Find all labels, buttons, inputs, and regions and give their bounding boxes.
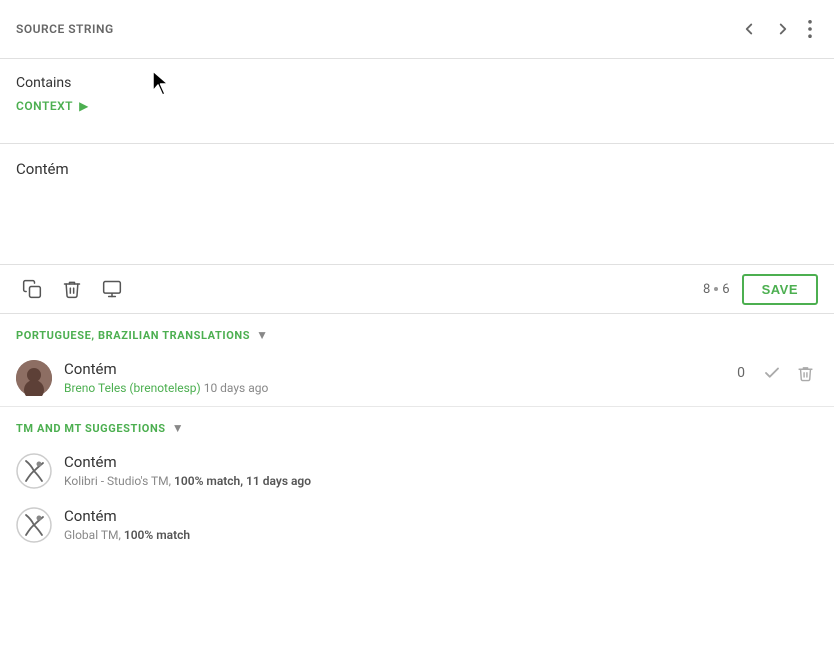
portuguese-section-toggle[interactable]: ▼: [256, 328, 268, 342]
tm-suggestion-text-2: Contém: [64, 507, 818, 525]
count-separator: [714, 287, 718, 291]
copy-source-button[interactable]: [16, 273, 48, 305]
special-chars-button[interactable]: [96, 273, 128, 305]
tm-suggestion-content-1: Contém Kolibri - Studio's TM, 100% match…: [64, 453, 818, 488]
page-header: SOURCE STRING: [0, 0, 834, 59]
suggestion-text: Contém: [64, 360, 719, 378]
suggestion-actions: 0: [731, 360, 818, 386]
kolibri-icon-2: [16, 507, 52, 543]
tm-suggestion-text-1: Contém: [64, 453, 818, 471]
suggestion-content: Contém Breno Teles (brenotelesp) 10 days…: [64, 360, 719, 395]
time-ago: 10 days ago: [204, 381, 269, 395]
avatar: [16, 360, 52, 396]
tm-source-2: Global TM,: [64, 528, 121, 542]
tm-section-toggle[interactable]: ▼: [172, 421, 184, 435]
author-link[interactable]: Breno Teles (brenotelesp): [64, 381, 201, 395]
more-options-button[interactable]: [802, 14, 818, 44]
suggestion-meta: Breno Teles (brenotelesp) 10 days ago: [64, 381, 719, 395]
tm-section-title: TM AND MT SUGGESTIONS: [16, 422, 166, 435]
header-title: SOURCE STRING: [16, 22, 114, 36]
tm-match-2: 100% match: [124, 528, 190, 542]
toolbar-right: 8 6 SAVE: [703, 274, 818, 305]
count-max: 6: [722, 282, 729, 297]
context-expand-icon[interactable]: ▶: [79, 99, 88, 113]
header-actions: [734, 14, 818, 44]
contains-label: Contains: [16, 75, 818, 91]
delete-button[interactable]: [56, 273, 88, 305]
tm-suggestion-meta-2: Global TM, 100% match: [64, 528, 818, 542]
tm-match-1: 100% match, 11 days ago: [174, 474, 311, 488]
translation-text: Contém: [16, 160, 818, 178]
delete-suggestion-button[interactable]: [793, 361, 818, 386]
context-row: CONTEXT ▶: [16, 99, 818, 113]
nav-back-button[interactable]: [734, 14, 764, 44]
nav-forward-button[interactable]: [768, 14, 798, 44]
kolibri-icon-1: [16, 453, 52, 489]
portuguese-section-title: PORTUGUESE, BRAZILIAN TRANSLATIONS: [16, 329, 250, 342]
portuguese-section-heading: PORTUGUESE, BRAZILIAN TRANSLATIONS ▼: [0, 314, 834, 352]
tm-section-heading: TM AND MT SUGGESTIONS ▼: [0, 407, 834, 445]
list-item: Contém Breno Teles (brenotelesp) 10 days…: [0, 352, 834, 406]
list-item: Contém Global TM, 100% match: [0, 499, 834, 553]
list-item: Contém Kolibri - Studio's TM, 100% match…: [0, 445, 834, 499]
save-button[interactable]: SAVE: [742, 274, 818, 305]
tm-source-1: Kolibri - Studio's TM,: [64, 474, 171, 488]
approve-button[interactable]: [759, 360, 785, 386]
context-label[interactable]: CONTEXT: [16, 99, 73, 113]
tm-suggestion-meta-1: Kolibri - Studio's TM, 100% match, 11 da…: [64, 474, 818, 488]
count-current: 8: [703, 282, 710, 297]
source-section: Contains CONTEXT ▶: [0, 59, 834, 143]
translation-area[interactable]: Contém: [0, 144, 834, 264]
toolbar-left: [16, 273, 128, 305]
toolbar: 8 6 SAVE: [0, 264, 834, 314]
tm-suggestion-content-2: Contém Global TM, 100% match: [64, 507, 818, 542]
vote-count: 0: [731, 365, 751, 381]
character-count: 8 6: [703, 282, 730, 297]
